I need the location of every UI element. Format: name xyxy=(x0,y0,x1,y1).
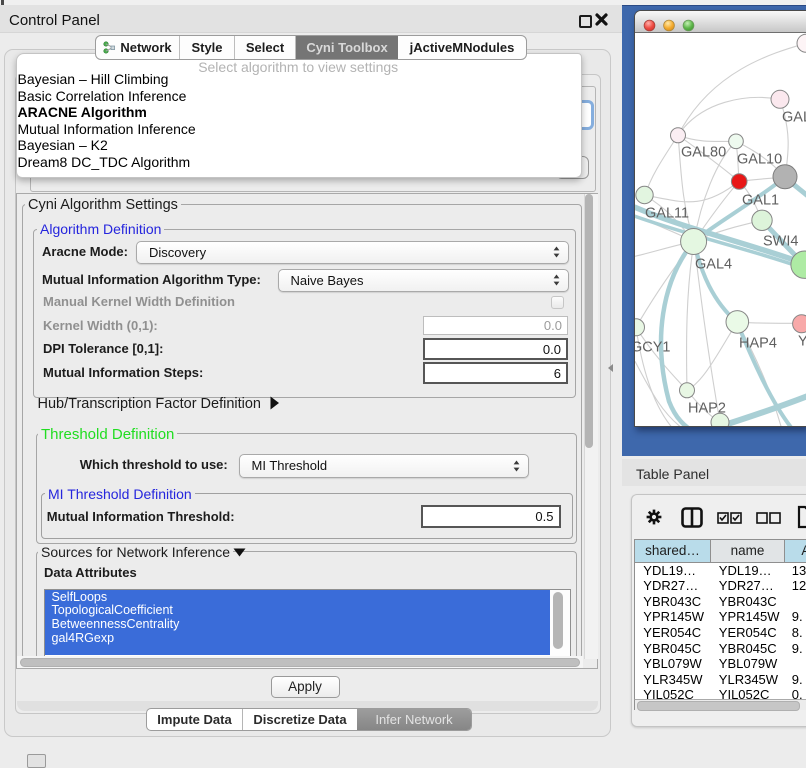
svg-text:GAL10: GAL10 xyxy=(737,151,782,167)
svg-text:GAL4: GAL4 xyxy=(695,256,732,272)
svg-text:GCY1: GCY1 xyxy=(635,339,671,355)
svg-text:GAL11: GAL11 xyxy=(645,205,689,221)
svg-text:SWI4: SWI4 xyxy=(763,233,798,249)
svg-text:HAP4: HAP4 xyxy=(739,335,777,351)
svg-text:Y: Y xyxy=(798,333,806,349)
svg-text:GAL80: GAL80 xyxy=(681,144,726,160)
svg-text:GAL7: GAL7 xyxy=(782,109,806,125)
svg-text:GAL1: GAL1 xyxy=(742,192,779,208)
svg-text:HAP2: HAP2 xyxy=(688,400,726,416)
